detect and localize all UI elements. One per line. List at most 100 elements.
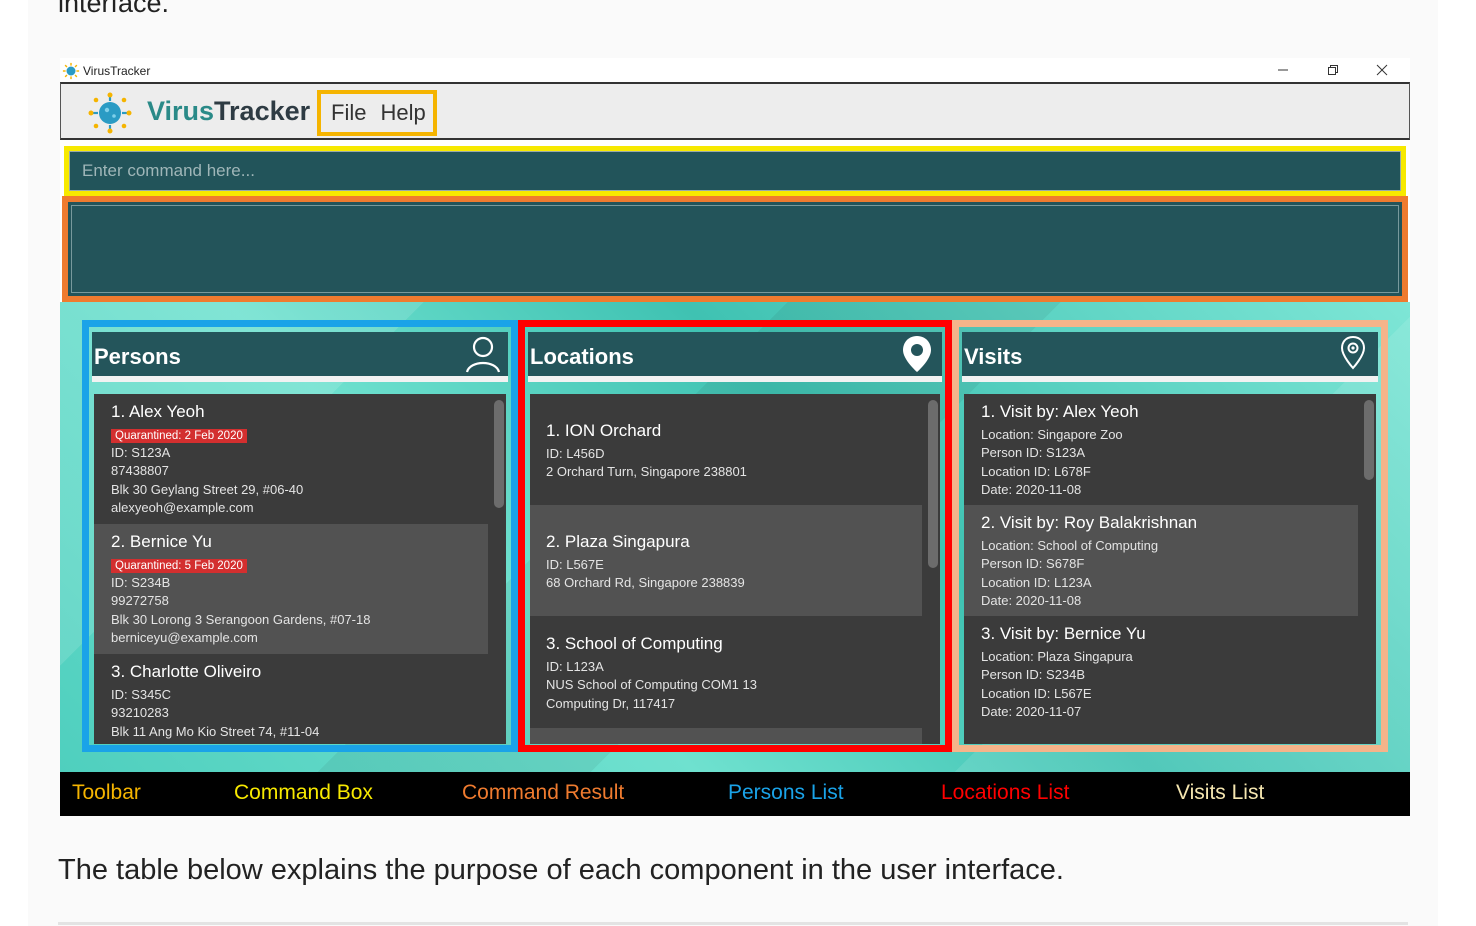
minimize-icon bbox=[1278, 69, 1288, 71]
person-address: Blk 30 Lorong 3 Serangoon Gardens, #07-1… bbox=[111, 611, 371, 627]
locations-scrollbar-track[interactable] bbox=[926, 394, 940, 744]
legend-command-box: Command Box bbox=[234, 781, 373, 804]
location-address-line-2: Computing Dr, 117417 bbox=[546, 695, 676, 711]
person-email: alexyeoh@example.com bbox=[111, 500, 254, 516]
legend-locations-list: Locations List bbox=[941, 781, 1070, 804]
title-bar: VirusTracker bbox=[60, 58, 1410, 84]
person-id: ID: S345C bbox=[111, 687, 171, 702]
visit-title: 1. Visit by: Alex Yeoh bbox=[981, 402, 1139, 421]
person-phone: 99272758 bbox=[111, 593, 169, 609]
restore-icon bbox=[1328, 65, 1338, 75]
command-result bbox=[62, 196, 1408, 302]
person-id: ID: S123A bbox=[111, 445, 171, 460]
app-logo-text: VirusTracker bbox=[147, 96, 310, 127]
person-id: ID: S234B bbox=[111, 575, 171, 590]
virus-logo-icon bbox=[88, 92, 132, 134]
visit-date: Date: 2020-11-08 bbox=[981, 482, 1082, 498]
visit-location: Location: School of Computing bbox=[981, 538, 1159, 553]
map-pin-icon bbox=[1340, 335, 1366, 370]
location-id: ID: L567E bbox=[546, 557, 604, 572]
person-icon bbox=[465, 336, 501, 373]
window-title: VirusTracker bbox=[83, 64, 151, 78]
legend-visits-list: Visits List bbox=[1176, 781, 1265, 804]
legend-persons-list: Persons List bbox=[728, 781, 844, 804]
command-input[interactable] bbox=[69, 151, 1401, 191]
location-pin-icon bbox=[903, 336, 931, 372]
locations-title: Locations bbox=[530, 344, 634, 369]
visit-date: Date: 2020-11-08 bbox=[981, 593, 1082, 609]
quarantine-badge: Quarantined: 2 Feb 2020 bbox=[111, 429, 247, 443]
toolbar: VirusTracker File Help bbox=[60, 82, 1410, 140]
app-window: VirusTracker VirusTracker File Help Ente… bbox=[60, 58, 1410, 816]
visits-scrollbar-track[interactable] bbox=[1362, 394, 1376, 744]
visit-card[interactable]: 3. Visit by: Bernice Yu Location: Plaza … bbox=[964, 616, 1358, 727]
person-name: 2. Bernice Yu bbox=[111, 532, 212, 551]
location-address: NUS School of Computing COM1 13 bbox=[546, 677, 757, 693]
close-button[interactable] bbox=[1359, 58, 1405, 82]
visit-location: Location: Plaza Singapura bbox=[981, 649, 1133, 664]
menu-file[interactable]: File bbox=[331, 100, 366, 126]
divider bbox=[58, 922, 1408, 925]
visit-location: Location: Singapore Zoo bbox=[981, 427, 1123, 442]
persons-scrollbar-thumb[interactable] bbox=[494, 400, 504, 508]
visit-card[interactable]: 2. Visit by: Roy Balakrishnan Location: … bbox=[964, 505, 1358, 616]
intro-text: interface. bbox=[58, 0, 170, 18]
visits-title: Visits bbox=[964, 344, 1023, 369]
quarantine-badge: Quarantined: 5 Feb 2020 bbox=[111, 559, 247, 573]
visit-location-id: Location ID: L123A bbox=[981, 574, 1092, 590]
location-id: ID: L123A bbox=[546, 659, 604, 674]
locations-scrollbar-thumb[interactable] bbox=[928, 400, 938, 568]
locations-panel: Locations 1. ION Orchard ID: L456D 2 Orc… bbox=[518, 320, 952, 752]
persons-scrollbar-track[interactable] bbox=[492, 394, 506, 744]
location-name: 2. Plaza Singapura bbox=[546, 532, 690, 551]
menu-help[interactable]: Help bbox=[380, 100, 425, 126]
locations-list[interactable]: 1. ION Orchard ID: L456D 2 Orchard Turn,… bbox=[530, 394, 940, 744]
location-card[interactable]: 1. ION Orchard ID: L456D 2 Orchard Turn,… bbox=[530, 394, 922, 505]
command-box bbox=[64, 146, 1406, 196]
person-card[interactable]: 1. Alex Yeoh Quarantined: 2 Feb 2020 ID:… bbox=[94, 394, 488, 524]
person-phone: 93210283 bbox=[111, 705, 169, 721]
location-address: 68 Orchard Rd, Singapore 238839 bbox=[546, 575, 745, 591]
person-address: Blk 11 Ang Mo Kio Street 74, #11-04 bbox=[111, 723, 320, 739]
visit-title: 3. Visit by: Bernice Yu bbox=[981, 624, 1146, 643]
close-icon bbox=[1376, 64, 1388, 76]
restore-button[interactable] bbox=[1310, 58, 1356, 82]
visit-person-id: Person ID: S678F bbox=[981, 556, 1085, 572]
component-legend: Toolbar Command Box Command Result Perso… bbox=[60, 772, 1410, 816]
visit-card[interactable]: 1. Visit by: Alex Yeoh Location: Singapo… bbox=[964, 394, 1358, 505]
person-card[interactable]: 2. Bernice Yu Quarantined: 5 Feb 2020 ID… bbox=[94, 524, 488, 654]
persons-title: Persons bbox=[94, 344, 181, 369]
legend-toolbar: Toolbar bbox=[72, 781, 141, 804]
person-name: 3. Charlotte Oliveiro bbox=[111, 662, 262, 681]
person-address: Blk 30 Geylang Street 29, #06-40 bbox=[111, 481, 304, 497]
persons-header: Persons bbox=[92, 332, 508, 382]
visit-date: Date: 2020-11-07 bbox=[981, 704, 1082, 720]
outro-text: The table below explains the purpose of … bbox=[58, 854, 1064, 886]
legend-command-result: Command Result bbox=[462, 781, 625, 804]
visit-title: 2. Visit by: Roy Balakrishnan bbox=[981, 513, 1198, 532]
location-card[interactable] bbox=[530, 728, 922, 744]
visits-header: Visits bbox=[962, 332, 1378, 382]
location-name: 1. ION Orchard bbox=[546, 421, 662, 440]
app-name-part-1: Virus bbox=[147, 96, 215, 126]
visits-panel: Visits 1. Visit by: Alex Yeoh Location: … bbox=[952, 320, 1388, 752]
virus-logo-icon bbox=[62, 62, 80, 80]
menu-bar: File Help bbox=[317, 90, 437, 136]
minimize-button[interactable] bbox=[1260, 58, 1306, 82]
location-id: ID: L456D bbox=[546, 446, 605, 461]
person-card[interactable]: 3. Charlotte Oliveiro ID: S345C 93210283… bbox=[94, 654, 488, 744]
visits-scrollbar-thumb[interactable] bbox=[1364, 400, 1374, 480]
location-card[interactable]: 3. School of Computing ID: L123A NUS Sch… bbox=[530, 616, 922, 728]
person-email: berniceyu@example.com bbox=[111, 630, 258, 646]
visit-location-id: Location ID: L678F bbox=[981, 463, 1091, 479]
persons-list[interactable]: 1. Alex Yeoh Quarantined: 2 Feb 2020 ID:… bbox=[94, 394, 506, 744]
person-phone: 87438807 bbox=[111, 463, 169, 479]
location-address: 2 Orchard Turn, Singapore 238801 bbox=[546, 464, 747, 480]
location-card[interactable]: 2. Plaza Singapura ID: L567E 68 Orchard … bbox=[530, 505, 922, 616]
visits-list[interactable]: 1. Visit by: Alex Yeoh Location: Singapo… bbox=[964, 394, 1376, 744]
person-name: 1. Alex Yeoh bbox=[111, 402, 205, 421]
persons-panel: Persons 1. Alex Yeoh Quarantined: 2 Feb … bbox=[82, 320, 518, 752]
app-name-part-2: Tracker bbox=[214, 96, 311, 126]
visit-person-id: Person ID: S123A bbox=[981, 445, 1086, 461]
locations-header: Locations bbox=[528, 332, 942, 382]
